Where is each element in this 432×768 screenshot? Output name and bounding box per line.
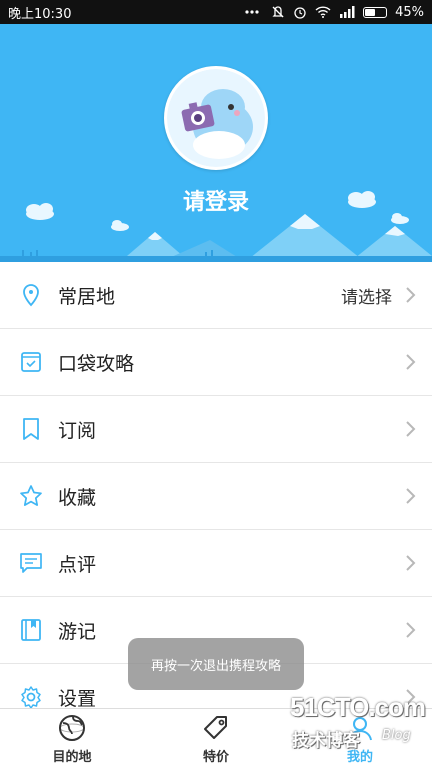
- menu-item-favorites[interactable]: 收藏: [0, 463, 432, 530]
- mute-icon: [272, 6, 284, 18]
- status-bar: 晚上10:30 45%: [0, 0, 432, 24]
- menu-item-reviews[interactable]: 点评: [0, 530, 432, 597]
- globe-icon: [59, 715, 85, 741]
- menu-item-residence[interactable]: 常居地 请选择: [0, 262, 432, 329]
- menu-item-label: 订阅: [58, 419, 97, 442]
- tab-mine[interactable]: 我的: [288, 709, 432, 768]
- status-time: 晚上10:30: [8, 6, 72, 22]
- tab-destinations[interactable]: 目的地: [0, 709, 144, 768]
- gear-icon: [18, 684, 44, 710]
- mascot-icon: [167, 69, 265, 167]
- residence-value: 请选择: [341, 287, 392, 308]
- menu-item-label: 收藏: [58, 486, 97, 509]
- cell-signal-icon: [340, 6, 355, 18]
- login-prompt[interactable]: 请登录: [0, 184, 432, 216]
- price-tag-icon: [204, 716, 227, 739]
- alarm-icon: [294, 7, 306, 19]
- menu-item-label: 口袋攻略: [58, 352, 135, 375]
- wifi-icon: [315, 6, 331, 18]
- bottom-tab-bar: 目的地 特价 我的: [0, 708, 432, 768]
- comment-icon: [18, 550, 44, 576]
- signal-icon: [245, 10, 259, 14]
- profile-header: 请登录: [0, 24, 432, 262]
- location-pin-icon: [18, 282, 44, 308]
- tab-deals[interactable]: 特价: [144, 709, 288, 768]
- chevron-right-icon: [406, 622, 416, 638]
- chevron-right-icon: [406, 555, 416, 571]
- chevron-right-icon: [406, 287, 416, 303]
- battery-percent: 45%: [395, 4, 424, 20]
- chevron-right-icon: [406, 488, 416, 504]
- bookmark-icon: [18, 416, 44, 442]
- chevron-right-icon: [406, 354, 416, 370]
- chevron-right-icon: [406, 689, 416, 705]
- avatar[interactable]: [164, 66, 268, 170]
- menu-item-subscriptions[interactable]: 订阅: [0, 396, 432, 463]
- guide-book-icon: [18, 349, 44, 375]
- tab-label: 特价: [202, 750, 229, 765]
- tab-label: 我的: [346, 750, 373, 765]
- menu-item-pocket-guide[interactable]: 口袋攻略: [0, 329, 432, 396]
- chevron-right-icon: [406, 421, 416, 437]
- profile-icon: [348, 717, 372, 741]
- status-icons: 45%: [245, 5, 424, 20]
- battery-icon: [363, 6, 388, 18]
- menu-item-label: 常居地: [58, 285, 116, 308]
- exit-toast: 再按一次退出携程攻略: [128, 638, 304, 690]
- travel-notes-icon: [18, 617, 44, 643]
- star-icon: [18, 483, 44, 509]
- menu-item-label: 点评: [58, 553, 97, 576]
- tab-label: 目的地: [52, 750, 92, 765]
